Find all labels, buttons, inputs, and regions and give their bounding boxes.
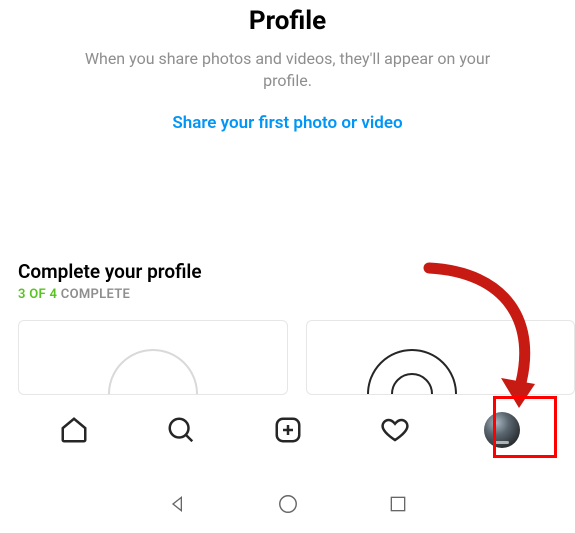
sysnav-back[interactable]	[167, 493, 189, 515]
nav-activity[interactable]	[373, 408, 417, 452]
circle-home-icon	[277, 493, 299, 515]
nav-search[interactable]	[159, 408, 203, 452]
system-nav	[0, 475, 575, 533]
share-first-link[interactable]: Share your first photo or video	[0, 113, 575, 133]
page-title: Profile	[0, 6, 575, 36]
square-recent-icon	[388, 494, 408, 514]
tutorial-highlight-box	[493, 396, 557, 458]
sysnav-recent[interactable]	[387, 493, 409, 515]
card-placeholder-icon	[367, 349, 457, 395]
progress-total-label: COMPLETE	[57, 287, 130, 302]
sysnav-home[interactable]	[277, 493, 299, 515]
triangle-back-icon	[168, 494, 188, 514]
search-icon	[166, 415, 196, 445]
profile-cards-row	[18, 320, 575, 395]
home-icon	[59, 415, 89, 445]
complete-progress: 3 OF 4 COMPLETE	[18, 287, 575, 302]
card-placeholder-icon	[108, 349, 198, 395]
empty-state-subtitle: When you share photos and videos, they'l…	[0, 48, 575, 93]
heart-icon	[380, 415, 410, 445]
profile-card[interactable]	[306, 320, 575, 395]
progress-done-label: 3 OF 4	[18, 287, 57, 302]
nav-create[interactable]	[266, 408, 310, 452]
profile-card[interactable]	[18, 320, 288, 395]
bottom-nav	[0, 402, 575, 458]
nav-home[interactable]	[52, 408, 96, 452]
complete-profile-title: Complete your profile	[18, 260, 575, 283]
plus-square-icon	[273, 415, 303, 445]
